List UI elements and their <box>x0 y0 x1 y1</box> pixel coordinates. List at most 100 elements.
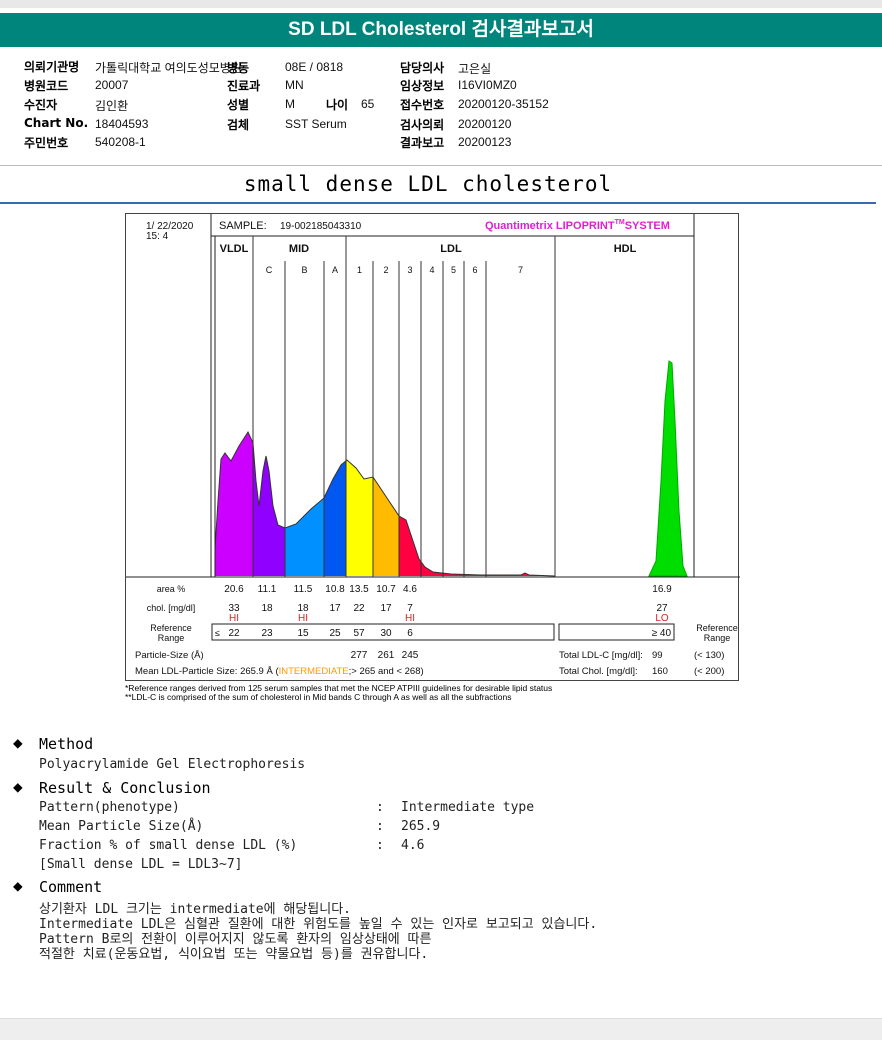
report-title: SD LDL Cholesterol 검사결과보고서 <box>0 13 882 47</box>
band-label: 7 <box>518 265 523 275</box>
area-value: 11.1 <box>258 584 277 595</box>
band-fill-3 <box>399 432 421 576</box>
row-ref-label: Range <box>158 633 185 643</box>
result-separator: : <box>376 838 384 853</box>
footnote: **LDL-C is comprised of the sum of chole… <box>125 692 512 702</box>
row-ref-label: Reference <box>150 623 192 633</box>
result-label: Mean Particle Size(Å) <box>39 819 204 834</box>
info-label: 의뢰기관명 <box>24 60 80 74</box>
band-label: B <box>301 265 307 275</box>
band-label: 6 <box>472 265 477 275</box>
info-value: 18404593 <box>95 117 149 131</box>
electropherogram: 1/ 22/202015: 4SAMPLE: 19-002185043310 Qua… <box>126 214 740 677</box>
info-label: 병원코드 <box>24 79 69 93</box>
band-label: A <box>332 265 338 275</box>
band-fill-1 <box>346 432 373 576</box>
hdl-area: 16.9 <box>652 584 672 595</box>
diamond-icon: ◆ <box>13 777 23 796</box>
ref-value: 25 <box>329 628 341 639</box>
ref-prefix: ≤ <box>215 628 220 638</box>
chol-value: 17 <box>380 603 392 614</box>
info-value: 김인환 <box>95 99 129 113</box>
diamond-icon: ◆ <box>13 876 23 895</box>
total-ldl-label: Total LDL-C [mg/dl]: <box>559 650 643 661</box>
info-label: 검체 <box>227 118 250 132</box>
flag: HI <box>229 613 239 624</box>
diamond-icon: ◆ <box>13 733 23 752</box>
info-value: 20007 <box>95 78 129 92</box>
mean-class: INTERMEDIATE <box>279 666 349 677</box>
result-value: 4.6 <box>401 838 425 853</box>
ref-value: 22 <box>228 628 240 639</box>
info-label: 병동 <box>227 61 250 75</box>
brand-system: SYSTEM <box>625 220 670 232</box>
area-value: 20.6 <box>224 584 244 595</box>
section-title: small dense LDL cholesterol <box>243 172 613 196</box>
info-label: 성별 <box>227 98 250 112</box>
result-note: [Small dense LDL = LDL3~7] <box>39 857 243 872</box>
particle-size-label: Particle-Size (Å) <box>135 650 204 661</box>
band-label: 4 <box>429 265 434 275</box>
brand-tm: TM <box>615 219 625 226</box>
info-label: Chart No. <box>24 116 89 130</box>
mean-range: ;> 265 and < 268) <box>349 666 424 677</box>
top-border <box>0 0 882 8</box>
lipoprint-chart: 1/ 22/2020 15: 4 SAMPLE: 19-002185043310 Qua… <box>125 213 740 681</box>
ref-value: 15 <box>297 628 309 639</box>
area-value: 10.8 <box>325 584 345 595</box>
sample-id: 19-002185043310 <box>280 221 362 232</box>
group-label: MID <box>289 243 309 255</box>
total-chol-value: 160 <box>652 666 668 677</box>
info-value: 가톨릭대학교 여의도성모병원 <box>95 61 242 75</box>
chol-value: 17 <box>329 603 341 614</box>
area-value: 13.5 <box>349 584 369 595</box>
info-value: SST Serum <box>285 117 347 131</box>
group-label: LDL <box>440 243 462 255</box>
info-label: 결과보고 <box>400 136 445 150</box>
band-fill-5 <box>443 432 464 576</box>
bottom-bar <box>0 1018 882 1040</box>
total-chol-ref: (< 200) <box>694 666 724 677</box>
result-separator: : <box>376 800 384 815</box>
info-label: 진료과 <box>227 79 261 93</box>
info-label: 임상정보 <box>400 79 445 93</box>
band-fill-6 <box>464 432 486 576</box>
result-value: 265.9 <box>401 819 441 834</box>
info-label: 주민번호 <box>24 136 69 150</box>
band-fill-VLDL <box>215 432 253 576</box>
size-value: 245 <box>402 650 419 661</box>
band-fill-C <box>253 432 285 576</box>
group-label: VLDL <box>220 243 249 255</box>
result-value: Intermediate type <box>401 800 535 815</box>
hdl-peak <box>648 360 688 577</box>
chol-value: 18 <box>261 603 273 614</box>
method-text: Polyacrylamide Gel Electrophoresis <box>39 757 306 772</box>
info-value: 20200123 <box>458 135 512 149</box>
size-value: 261 <box>378 650 395 661</box>
info-value: M <box>285 97 295 111</box>
band-fill-2 <box>373 432 399 576</box>
sample-label: SAMPLE: <box>219 220 267 232</box>
info-label: 담당의사 <box>400 61 445 75</box>
total-chol-label: Total Chol. [mg/dl]: <box>559 666 638 677</box>
section-heading: Result & Conclusion <box>39 779 211 797</box>
area-value: 11.5 <box>294 584 313 595</box>
info-value: 고은실 <box>458 62 492 76</box>
row-area-label: area % <box>157 584 186 594</box>
band-label: C <box>266 265 273 275</box>
divider <box>0 165 882 166</box>
comment-line: 적절한 치료(운동요법, 식이요법 또는 약물요법 등)를 권유합니다. <box>39 947 429 962</box>
info-value: 65 <box>361 97 375 111</box>
brand-logo: Quantimetrix LIPOPRINTTMSYSTEM <box>485 219 670 232</box>
result-label: Fraction % of small dense LDL (%) <box>39 838 298 853</box>
ref-value: 57 <box>353 628 365 639</box>
info-value: MN <box>285 78 304 92</box>
row-ref-label: Range <box>704 633 731 643</box>
info-value: I16VI0MZ0 <box>458 78 517 92</box>
divider <box>0 202 876 204</box>
info-label: 나이 <box>326 98 349 112</box>
band-fill-4 <box>421 432 443 576</box>
band-label: 3 <box>407 265 412 275</box>
size-value: 277 <box>351 650 368 661</box>
flag: HI <box>298 613 308 624</box>
